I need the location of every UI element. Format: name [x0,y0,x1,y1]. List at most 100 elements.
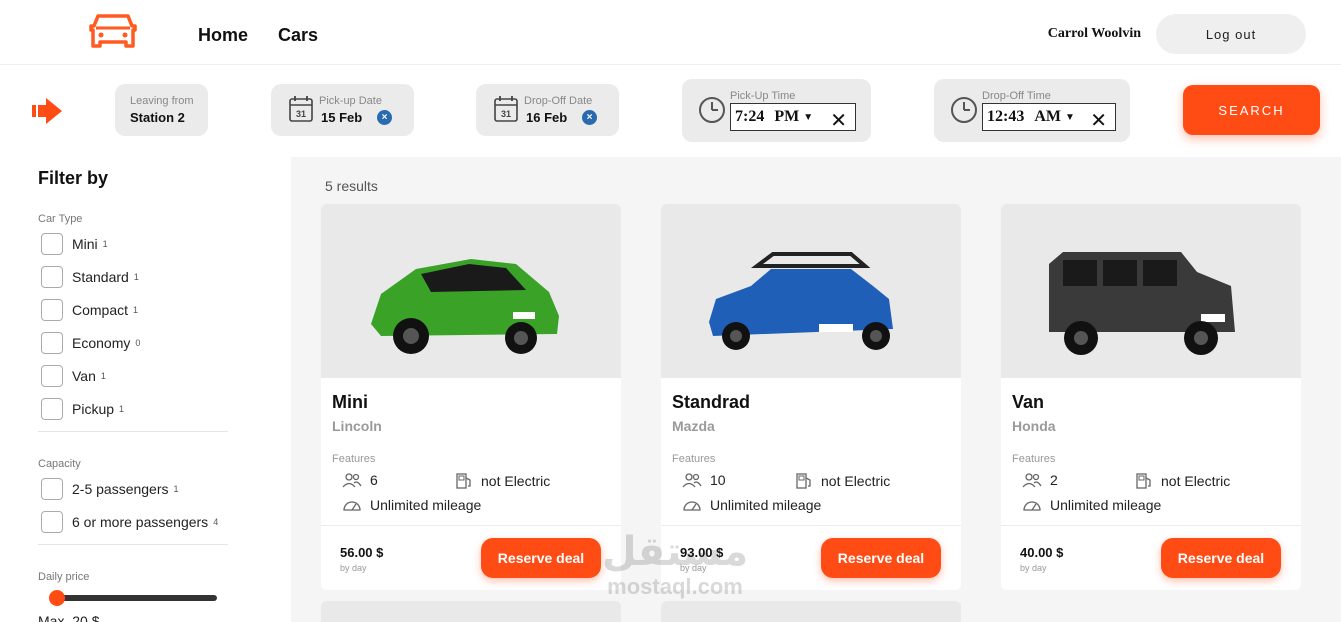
filter-car-type-compact[interactable]: Compact 1 [41,298,138,322]
arrow-right-icon [32,98,62,124]
search-button[interactable]: SEARCH [1183,85,1320,135]
filter-car-type-pickup[interactable]: Pickup 1 [41,397,124,421]
pickup-date-field[interactable]: 31 Pick-up Date 15 Feb × [271,84,414,136]
price-period: by day [1020,563,1047,573]
mileage-text: Unlimited mileage [710,497,822,513]
nav-home-link[interactable]: Home [198,25,248,46]
car-card: Mini Lincoln Features 6 not Electric Unl… [321,204,621,590]
filter-count: 1 [100,371,106,381]
fuel-pump-icon [456,473,471,489]
car-image [321,204,621,378]
filter-label: Compact [72,302,129,318]
filter-capacity-2-5[interactable]: 2-5 passengers 1 [41,477,179,501]
mileage-feature: Unlimited mileage [1022,497,1161,513]
mileage-text: Unlimited mileage [370,497,482,513]
price-period: by day [340,563,367,573]
electric-status: not Electric [821,473,891,489]
filter-count: 1 [133,272,139,282]
calendar-icon: 31 [494,96,518,122]
electric-status: not Electric [1161,473,1231,489]
filter-count: 1 [173,484,179,494]
chevron-down-icon[interactable]: ▼ [1065,112,1075,123]
dropoff-time-label: Drop-Off Time [982,90,1051,102]
clear-pickup-date-icon[interactable]: × [377,110,392,125]
pickup-time-value: 7:24 [735,108,765,125]
nav-cars-link[interactable]: Cars [278,25,318,46]
car-brand: Honda [1012,418,1056,434]
filter-capacity-6-plus[interactable]: 6 or more passengers 4 [41,510,218,534]
car-name: Standrad [672,392,751,412]
price-slider-handle[interactable] [49,590,65,606]
mileage-feature: Unlimited mileage [682,497,821,513]
dropoff-time-ampm: AM [1034,108,1061,125]
filter-label: 2-5 passengers [72,481,169,497]
users-icon [342,473,362,488]
watermark-arabic: مستقل [601,530,749,574]
checkbox[interactable] [41,299,63,321]
user-name: Carrol Woolvin [1047,26,1141,41]
top-nav: Home Cars Carrol Woolvin Log out [0,0,1341,65]
divider [321,525,621,526]
features-label: Features [332,453,376,465]
passenger-count: 6 [370,472,378,488]
logout-button[interactable]: Log out [1156,14,1306,54]
filter-count: 1 [102,239,108,249]
clear-pickup-time-icon[interactable]: ✕ [830,108,847,132]
car-card-partial [321,601,621,622]
filter-label: Mini [72,236,98,252]
checkbox[interactable] [41,266,63,288]
checkbox[interactable] [41,332,63,354]
pickup-time-input[interactable]: 7:24 PM ▼ ✕ [730,103,856,132]
price-max-text: Max. 20 $ [38,613,100,622]
watermark-latin: mostaql.com [607,574,743,599]
price-slider-track[interactable] [54,595,217,601]
pickup-time-field: Pick-Up Time 7:24 PM ▼ ✕ [682,79,871,142]
car-image [1001,204,1301,378]
leaving-from-field[interactable]: Leaving from Station 2 [115,84,208,136]
dropoff-time-input[interactable]: 12:43 AM ▼ ✕ [982,103,1116,132]
passenger-feature: 2 [1022,472,1058,488]
car-logo-icon[interactable] [88,10,138,50]
pickup-date-value: 15 Feb [321,110,363,125]
car-image [661,204,961,378]
checkbox[interactable] [41,233,63,255]
pickup-time-ampm: PM [774,108,800,125]
clear-dropoff-date-icon[interactable]: × [582,110,597,125]
clear-dropoff-time-icon[interactable]: ✕ [1090,108,1107,132]
car-photo-icon [371,259,559,354]
pickup-time-label: Pick-Up Time [730,90,796,102]
filter-label: Van [72,368,96,384]
divider [1001,525,1301,526]
reserve-deal-button[interactable]: Reserve deal [821,538,941,578]
filter-count: 1 [133,305,139,315]
filter-sidebar: Filter by Car Type Mini 1 Standard 1 Com… [8,157,291,622]
clock-icon [699,97,725,123]
dropoff-time-field: Drop-Off Time 12:43 AM ▼ ✕ [934,79,1130,142]
dropoff-date-field[interactable]: 31 Drop-Off Date 16 Feb × [476,84,619,136]
checkbox[interactable] [41,511,63,533]
leaving-from-label: Leaving from [130,95,194,107]
reserve-deal-button[interactable]: Reserve deal [1161,538,1281,578]
filter-label: Pickup [72,401,115,417]
results-area: 5 results Mini Lincoln Features 6 not El… [291,157,1341,622]
car-name: Van [1012,392,1045,412]
dropoff-date-label: Drop-Off Date [524,95,593,107]
dropoff-time-value: 12:43 [987,108,1025,125]
filter-car-type-standard[interactable]: Standard 1 [41,265,139,289]
filter-car-type-mini[interactable]: Mini 1 [41,232,108,256]
reserve-deal-button[interactable]: Reserve deal [481,538,601,578]
electric-feature: not Electric [795,472,890,490]
filter-car-type-economy[interactable]: Economy 0 [41,331,140,355]
calendar-day-number: 31 [296,109,306,119]
checkbox[interactable] [41,398,63,420]
mileage-feature: Unlimited mileage [342,497,481,513]
chevron-down-icon[interactable]: ▼ [803,112,813,123]
electric-status: not Electric [481,473,551,489]
clock-icon [951,97,977,123]
checkbox[interactable] [41,478,63,500]
checkbox[interactable] [41,365,63,387]
watermark-logo: مستقل mostaql.com [590,530,760,610]
filter-car-type-van[interactable]: Van 1 [41,364,106,388]
fuel-pump-icon [796,473,811,489]
users-icon [1022,473,1042,488]
